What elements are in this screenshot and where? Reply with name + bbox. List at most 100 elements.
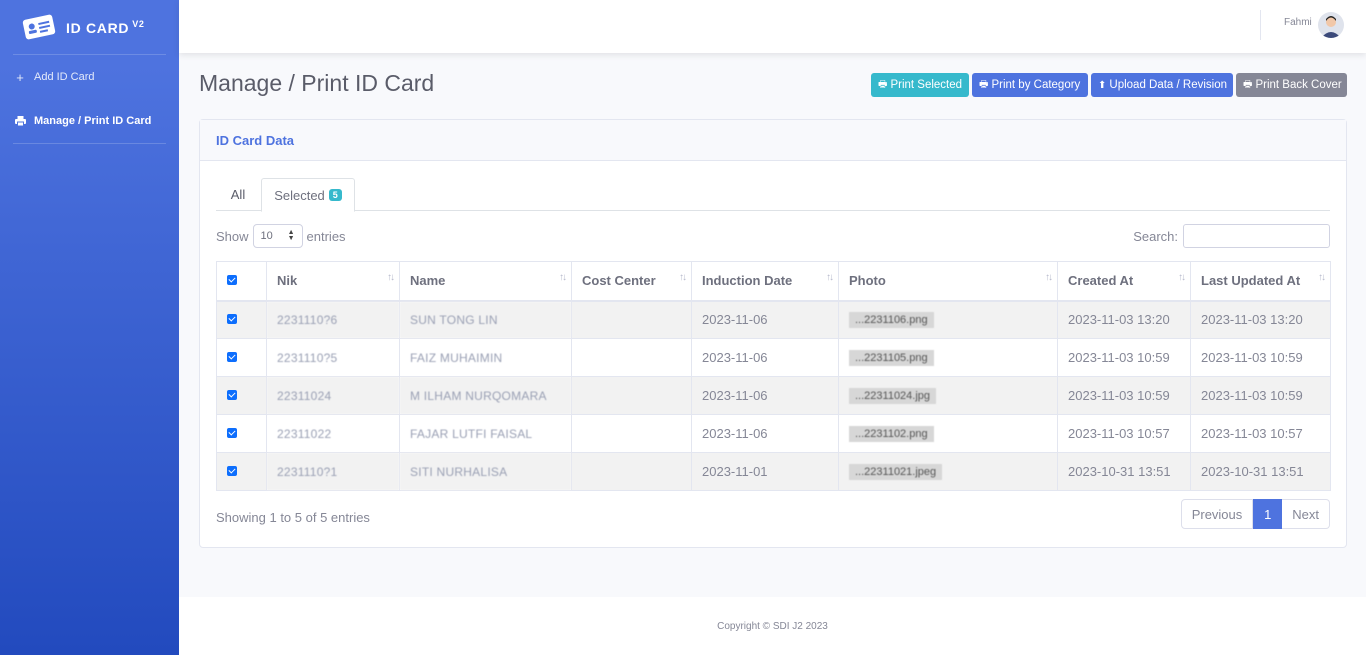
printer-icon: 🖶 — [1243, 78, 1253, 90]
cost-center-cell — [571, 376, 692, 415]
created-at-cell: 2023-10-31 13:51 — [1057, 452, 1191, 491]
column-header-name[interactable]: Name ↑↓ — [399, 261, 572, 302]
photo-cell: ...22311021.jpeg — [838, 452, 1058, 491]
copyright-text: Copyright © SDI J2 2023 — [717, 620, 828, 632]
updated-at-cell: 2023-10-31 13:51 — [1190, 452, 1331, 491]
selected-count-badge: 5 — [328, 189, 342, 201]
page-1-button[interactable]: 1 — [1253, 499, 1283, 529]
entries-select[interactable]: 10 ▲ ▼ — [252, 224, 303, 248]
table-row[interactable]: 22311022 FAJAR LUTFI FAISAL 2023-11-06 .… — [216, 414, 1331, 453]
sidebar-divider — [13, 143, 166, 144]
id-card-icon — [22, 14, 56, 40]
sort-icon: ↑↓ — [826, 272, 834, 283]
upload-icon: ⬆ — [1098, 79, 1107, 91]
updated-at-cell: 2023-11-03 10:57 — [1190, 414, 1331, 453]
nik-cell: 22311022 — [266, 414, 400, 453]
print-by-category-button[interactable]: 🖶 Print by Category — [972, 73, 1088, 97]
updated-at-cell: 2023-11-03 10:59 — [1190, 376, 1331, 415]
table-row[interactable]: 2231110?6 SUN TONG LIN 2023-11-06 ...223… — [216, 300, 1331, 339]
row-checkbox[interactable] — [227, 314, 237, 325]
created-at-cell: 2023-11-03 10:57 — [1057, 414, 1191, 453]
select-all-checkbox[interactable] — [227, 275, 237, 286]
column-header-created-at[interactable]: Created At ↑↓ — [1057, 261, 1191, 302]
sort-icon: ↑↓ — [1045, 272, 1053, 283]
created-at-cell: 2023-11-03 10:59 — [1057, 376, 1191, 415]
row-checkbox[interactable] — [227, 352, 237, 362]
induction-date-cell: 2023-11-01 — [691, 452, 839, 491]
brand[interactable]: ID CARD V2 — [0, 0, 179, 54]
cost-center-cell — [571, 300, 692, 339]
column-header-cost-center[interactable]: Cost Center ↑↓ — [571, 261, 692, 302]
next-page-button[interactable]: Next — [1282, 499, 1330, 529]
sidebar: ID CARD V2 + Add ID Card Manage / Print I… — [0, 0, 179, 655]
created-at-cell: 2023-11-03 13:20 — [1057, 300, 1191, 339]
row-select-cell — [216, 300, 267, 339]
column-header-induction-date[interactable]: Induction Date ↑↓ — [691, 261, 839, 302]
photo-filename[interactable]: ...22311021.jpeg — [849, 464, 943, 480]
induction-date-cell: 2023-11-06 — [691, 300, 839, 339]
column-header-photo[interactable]: Photo ↑↓ — [838, 261, 1058, 302]
photo-filename[interactable]: ...22311024.jpg — [849, 388, 937, 404]
brand-name: ID CARD V2 — [66, 18, 145, 36]
photo-filename[interactable]: ...2231106.png — [849, 312, 934, 329]
column-header-nik[interactable]: Nik ↑↓ — [266, 261, 400, 302]
search-label: Search: — [1133, 228, 1178, 244]
cost-center-cell — [571, 414, 692, 453]
printer-icon: 🖶 — [979, 78, 989, 90]
printer-icon — [14, 116, 26, 126]
row-checkbox[interactable] — [227, 466, 237, 476]
tab-all[interactable]: All — [216, 178, 260, 211]
table-row[interactable]: 2231110?1 SITI NURHALISA 2023-11-01 ...2… — [216, 452, 1331, 491]
plus-icon: + — [16, 69, 24, 85]
row-checkbox[interactable] — [227, 428, 237, 438]
sort-icon: ↑↓ — [1318, 272, 1326, 283]
column-header-last-updated-at[interactable]: Last Updated At ↑↓ — [1190, 261, 1331, 302]
row-checkbox[interactable] — [227, 390, 237, 400]
name-cell: M ILHAM NURQOMARA — [399, 376, 572, 415]
photo-filename[interactable]: ...2231102.png — [849, 426, 934, 442]
page-title: Manage / Print ID Card — [199, 70, 435, 96]
row-select-cell — [216, 414, 267, 453]
footer: Copyright © SDI J2 2023 — [179, 597, 1366, 655]
nik-cell: 2231110?5 — [266, 338, 400, 377]
previous-page-button[interactable]: Previous — [1180, 499, 1254, 529]
avatar[interactable] — [1318, 12, 1344, 38]
photo-filename[interactable]: ...2231105.png — [849, 350, 934, 366]
search-input[interactable] — [1183, 224, 1330, 248]
printer-icon: 🖶 — [878, 78, 888, 90]
name-cell: FAIZ MUHAIMIN — [399, 338, 572, 377]
id-card-data-card: ID Card Data All Selected 5 Show 10 ▲ ▼ en… — [199, 119, 1347, 548]
row-select-cell — [216, 452, 267, 491]
sidebar-item-manage-print[interactable]: Manage / Print ID Card — [0, 99, 179, 143]
induction-date-cell: 2023-11-06 — [691, 338, 839, 377]
entries-label: entries — [306, 228, 346, 244]
name-cell: SUN TONG LIN — [399, 300, 572, 339]
show-label: Show — [216, 228, 249, 244]
print-selected-button[interactable]: 🖶 Print Selected — [871, 73, 969, 97]
pagination: Previous 1 Next — [1180, 499, 1330, 529]
print-back-cover-button[interactable]: 🖶 Print Back Cover — [1236, 73, 1347, 97]
select-all-header — [216, 261, 267, 302]
sort-icon: ↑↓ — [387, 272, 395, 283]
photo-cell: ...2231105.png — [838, 338, 1058, 377]
tab-bar: All Selected 5 — [216, 178, 1330, 212]
induction-date-cell: 2023-11-06 — [691, 376, 839, 415]
user-name[interactable]: Fahmi — [1284, 17, 1312, 28]
id-card-table: Nik ↑↓ Name ↑↓ Cost Center ↑↓ Induction Dat… — [216, 261, 1331, 491]
sort-icon: ↑↓ — [559, 272, 567, 283]
table-row[interactable]: 2231110?5 FAIZ MUHAIMIN 2023-11-06 ...22… — [216, 338, 1331, 377]
upload-data-button[interactable]: ⬆ Upload Data / Revision — [1091, 73, 1233, 97]
topbar: Fahmi — [179, 0, 1366, 53]
sidebar-item-add-id-card[interactable]: + Add ID Card — [0, 55, 179, 99]
updated-at-cell: 2023-11-03 10:59 — [1190, 338, 1331, 377]
tab-selected[interactable]: Selected 5 — [261, 178, 355, 212]
photo-cell: ...22311024.jpg — [838, 376, 1058, 415]
row-select-cell — [216, 376, 267, 415]
nik-cell: 2231110?6 — [266, 300, 400, 339]
topbar-divider — [1260, 10, 1261, 40]
updated-at-cell: 2023-11-03 13:20 — [1190, 300, 1331, 339]
name-cell: SITI NURHALISA — [399, 452, 572, 491]
created-at-cell: 2023-11-03 10:59 — [1057, 338, 1191, 377]
cost-center-cell — [571, 452, 692, 491]
table-row[interactable]: 22311024 M ILHAM NURQOMARA 2023-11-06 ..… — [216, 376, 1331, 415]
